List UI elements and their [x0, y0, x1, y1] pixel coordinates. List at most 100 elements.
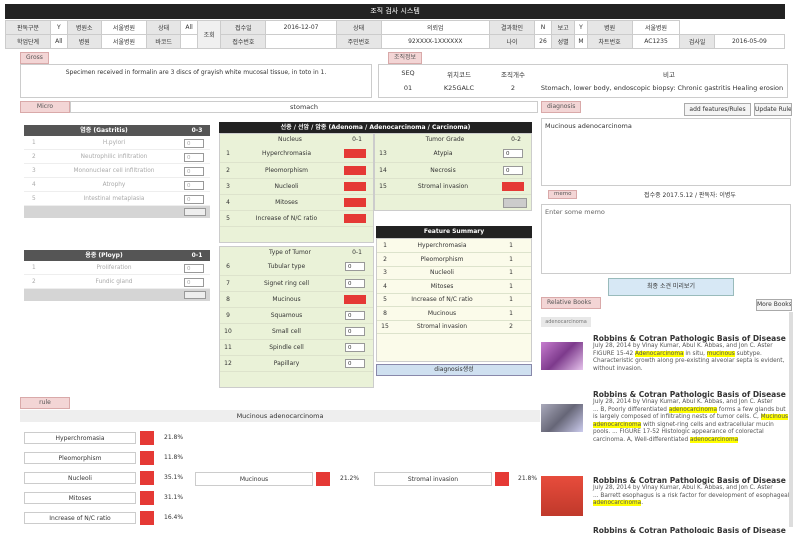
- book-item[interactable]: Robbins & Cotran Pathologic Basis of Dis…: [541, 390, 791, 445]
- gross-text[interactable]: Specimen received in formalin are 3 disc…: [20, 64, 372, 98]
- type-value-input[interactable]: 0: [345, 262, 365, 272]
- type-value[interactable]: 0: [337, 339, 373, 356]
- polyp-range: 0-1: [191, 252, 203, 259]
- type-value-input[interactable]: 0: [345, 310, 365, 320]
- polyp-row: 1 Proliferation 0: [24, 261, 210, 275]
- grade-value[interactable]: 0: [495, 146, 531, 163]
- book-title[interactable]: Robbins & Cotran Pathologic Basis of Dis…: [593, 390, 791, 399]
- r2-cell-9[interactable]: 92XXXX-1XXXXXX: [380, 34, 490, 49]
- r2-cell-13[interactable]: M: [574, 34, 588, 49]
- memo-tab[interactable]: memo: [548, 190, 578, 199]
- type-value[interactable]: 0: [337, 259, 373, 276]
- micro-input[interactable]: stomach: [70, 101, 538, 113]
- r1-cell-5[interactable]: All: [180, 20, 198, 35]
- type-value[interactable]: [337, 291, 373, 308]
- gastritis-value-input[interactable]: 0: [184, 181, 204, 190]
- gastritis-value-input[interactable]: 0: [184, 195, 204, 204]
- rule-flag-red[interactable]: [140, 511, 154, 525]
- memo-input[interactable]: Enter some memo: [541, 204, 791, 274]
- relative-books-tab[interactable]: Relative Books: [541, 297, 601, 309]
- nucleus-flag-red[interactable]: [344, 197, 366, 207]
- diagnosis-text[interactable]: Mucinous adenocarcinoma: [541, 118, 791, 186]
- type-value[interactable]: 0: [337, 323, 373, 340]
- r2-cell-15[interactable]: AC1235: [631, 34, 681, 49]
- type-value-input[interactable]: 0: [345, 278, 365, 288]
- type-value[interactable]: 0: [337, 355, 373, 372]
- final-preview-button[interactable]: 최종 소견 미리보기: [608, 278, 734, 296]
- book-item[interactable]: Robbins & Cotran Pathologic Basis of Dis…: [541, 334, 791, 373]
- rule-flag-red[interactable]: [140, 451, 154, 465]
- r2-cell-7[interactable]: [265, 34, 337, 49]
- r2-cell-3[interactable]: 서울병원: [100, 34, 148, 49]
- polyp-value-input[interactable]: 0: [184, 264, 204, 273]
- gastritis-value-input[interactable]: 0: [184, 167, 204, 176]
- book-title[interactable]: Robbins & Cotran Pathologic Basis of Dis…: [593, 334, 791, 343]
- type-value-input[interactable]: 0: [345, 358, 365, 368]
- micro-tab[interactable]: Micro: [20, 101, 70, 113]
- rule-flag-red[interactable]: [140, 491, 154, 505]
- r1-cell-14[interactable]: Y: [574, 20, 588, 35]
- r1-cell-10[interactable]: 의뢰업: [380, 20, 490, 35]
- nucleus-flag-red[interactable]: [344, 181, 366, 191]
- gastritis-footer-box[interactable]: [184, 208, 206, 216]
- grade-scroll[interactable]: [503, 198, 527, 208]
- polyp-footer-box[interactable]: [184, 291, 206, 299]
- grade-value-input[interactable]: 0: [503, 165, 523, 175]
- more-books-button[interactable]: More Books: [756, 299, 792, 311]
- book-item[interactable]: Robbins & Cotran Pathologic Basis of Dis…: [541, 476, 791, 516]
- book-title[interactable]: Robbins & Cotran Pathologic Basis of Dis…: [593, 476, 791, 485]
- r2-cell-11[interactable]: 26: [534, 34, 552, 49]
- update-rules-button[interactable]: Update Rules: [754, 103, 792, 116]
- r1-cell-16[interactable]: 서울병원: [631, 20, 681, 35]
- gastritis-row: 1 H.pylori 0: [24, 136, 210, 150]
- polyp-value-input[interactable]: 0: [184, 278, 204, 287]
- nucleus-flag-red[interactable]: [344, 213, 366, 223]
- grade-value[interactable]: [495, 178, 531, 195]
- rule-tab[interactable]: rule: [20, 397, 70, 409]
- book-title[interactable]: Robbins & Cotran Pathologic Basis of Dis…: [593, 526, 791, 533]
- type-value[interactable]: 0: [337, 307, 373, 324]
- r2-cell-5[interactable]: [180, 34, 198, 49]
- rule-flag-red[interactable]: [140, 431, 154, 445]
- grade-value[interactable]: 0: [495, 162, 531, 179]
- r1-cell-3[interactable]: 서울병원: [100, 20, 148, 35]
- add-features-button[interactable]: add features/Rules: [684, 103, 751, 116]
- rule-pct: 31.1%: [164, 494, 184, 501]
- book-item[interactable]: Robbins & Cotran Pathologic Basis of Dis…: [541, 526, 791, 533]
- gross-tab[interactable]: Gross: [20, 52, 49, 64]
- r1-cell-1[interactable]: Y: [50, 20, 68, 35]
- nucleus-label: Increase of N/C ratio: [236, 210, 337, 227]
- nucleus-value[interactable]: [337, 146, 373, 163]
- nucleus-value[interactable]: [337, 210, 373, 227]
- nucleus-flag-red[interactable]: [344, 165, 366, 175]
- r2-cell-1[interactable]: All: [50, 34, 68, 49]
- r1-cell-8[interactable]: 2016-12-07: [265, 20, 337, 35]
- r2-cell-17[interactable]: 2016-05-09: [713, 34, 786, 49]
- grade-value-input[interactable]: 0: [503, 149, 523, 159]
- fs-label: Mitoses: [393, 279, 491, 294]
- type-label: Mucinous: [236, 291, 337, 308]
- diagnosis-generate-button[interactable]: diagnosis생성: [376, 364, 532, 376]
- r1-cell-12[interactable]: N: [534, 20, 552, 35]
- nucleus-value[interactable]: [337, 162, 373, 179]
- nucleus-value[interactable]: [337, 194, 373, 211]
- rule-flag-red[interactable]: [140, 471, 154, 485]
- tissue-info-tab[interactable]: 조직정보: [388, 52, 423, 64]
- gastritis-value-input[interactable]: 0: [184, 139, 204, 148]
- type-value-input[interactable]: 0: [345, 326, 365, 336]
- keyword-tag[interactable]: adenocarcinoma: [541, 317, 591, 327]
- type-flag-red[interactable]: [344, 294, 366, 304]
- type-value[interactable]: 0: [337, 275, 373, 292]
- grade-flag-red[interactable]: [502, 181, 524, 191]
- rule-flag-red[interactable]: [316, 472, 330, 486]
- rule-flag-red[interactable]: [495, 472, 509, 486]
- type-value-input[interactable]: 0: [345, 342, 365, 352]
- r1-cell-2: 병원소: [66, 20, 102, 35]
- diagnosis-tab[interactable]: diagnosis: [541, 101, 582, 113]
- nucleus-flag-red[interactable]: [344, 149, 366, 159]
- books-scrollbar[interactable]: [789, 312, 793, 527]
- gastritis-label: Neutrophilic infiltration: [80, 154, 148, 160]
- nucleus-value[interactable]: [337, 178, 373, 195]
- gastritis-value-input[interactable]: 0: [184, 153, 204, 162]
- search-button[interactable]: 조회: [196, 20, 222, 49]
